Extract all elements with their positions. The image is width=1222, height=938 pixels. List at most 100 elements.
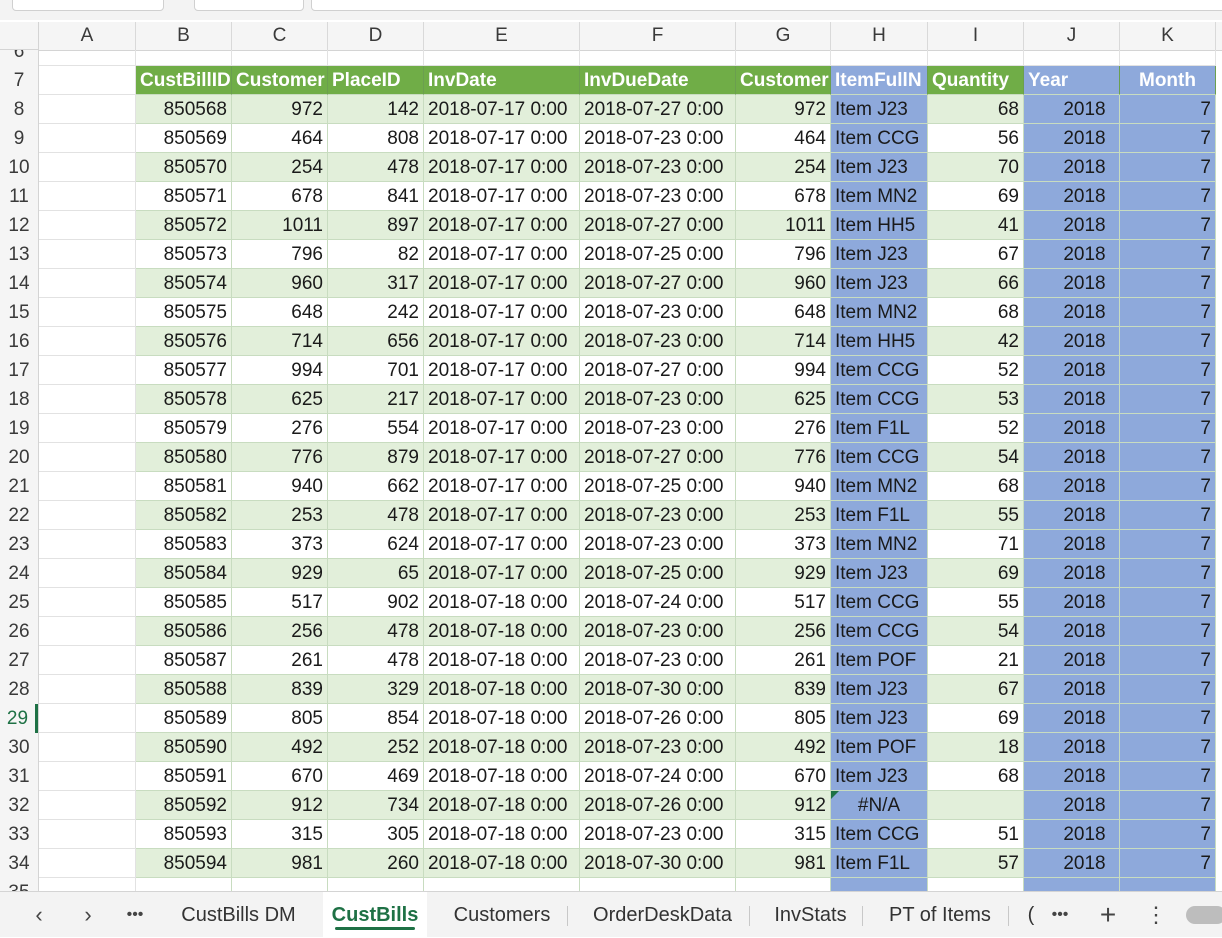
cell-h8[interactable]: Item J23 bbox=[831, 95, 928, 124]
cell-d15[interactable]: 242 bbox=[328, 298, 424, 327]
cell-d18[interactable]: 217 bbox=[328, 385, 424, 414]
cell-i25[interactable]: 55 bbox=[928, 588, 1024, 617]
cell-j21[interactable]: 2018 bbox=[1024, 472, 1120, 501]
cell-h14[interactable]: Item J23 bbox=[831, 269, 928, 298]
cell-e9[interactable]: 2018-07-17 0:00 bbox=[424, 124, 580, 153]
cell-e24[interactable]: 2018-07-17 0:00 bbox=[424, 559, 580, 588]
cell-c28[interactable]: 839 bbox=[232, 675, 328, 704]
sheet-tab-customers[interactable]: Customers bbox=[437, 892, 567, 938]
sheet-tab-custbills[interactable]: CustBills bbox=[323, 892, 427, 938]
row-header-8[interactable]: 8 bbox=[0, 95, 38, 124]
cell-e32[interactable]: 2018-07-18 0:00 bbox=[424, 791, 580, 820]
cell-g15[interactable]: 648 bbox=[736, 298, 831, 327]
cell-b31[interactable]: 850591 bbox=[136, 762, 232, 791]
cell-i22[interactable]: 55 bbox=[928, 501, 1024, 530]
row-header-30[interactable]: 30 bbox=[0, 733, 38, 762]
cell-h26[interactable]: Item CCG bbox=[831, 617, 928, 646]
cell-c9[interactable]: 464 bbox=[232, 124, 328, 153]
cell-g28[interactable]: 839 bbox=[736, 675, 831, 704]
header-cell-i[interactable]: Quantity bbox=[928, 66, 1024, 95]
row-header-21[interactable]: 21 bbox=[0, 472, 38, 501]
cell-j8[interactable]: 2018 bbox=[1024, 95, 1120, 124]
cell-b10[interactable]: 850570 bbox=[136, 153, 232, 182]
cell-e20[interactable]: 2018-07-17 0:00 bbox=[424, 443, 580, 472]
cell-j20[interactable]: 2018 bbox=[1024, 443, 1120, 472]
column-header-i[interactable]: I bbox=[928, 22, 1024, 50]
cell-i21[interactable]: 68 bbox=[928, 472, 1024, 501]
horizontal-scrollbar-thumb[interactable] bbox=[1186, 906, 1222, 924]
cell-i9[interactable]: 56 bbox=[928, 124, 1024, 153]
cell-h13[interactable]: Item J23 bbox=[831, 240, 928, 269]
cell-f16[interactable]: 2018-07-23 0:00 bbox=[580, 327, 736, 356]
cell-e16[interactable]: 2018-07-17 0:00 bbox=[424, 327, 580, 356]
cell-e27[interactable]: 2018-07-18 0:00 bbox=[424, 646, 580, 675]
cell-k31[interactable]: 7 bbox=[1120, 762, 1216, 791]
cell-k35[interactable] bbox=[1120, 878, 1216, 891]
cell-a18[interactable] bbox=[39, 385, 136, 414]
cell-f34[interactable]: 2018-07-30 0:00 bbox=[580, 849, 736, 878]
cell-j18[interactable]: 2018 bbox=[1024, 385, 1120, 414]
cell-d31[interactable]: 469 bbox=[328, 762, 424, 791]
cell-a30[interactable] bbox=[39, 733, 136, 762]
cell-d12[interactable]: 897 bbox=[328, 211, 424, 240]
cell-d13[interactable]: 82 bbox=[328, 240, 424, 269]
cell-j19[interactable]: 2018 bbox=[1024, 414, 1120, 443]
cell-d27[interactable]: 478 bbox=[328, 646, 424, 675]
cell-e26[interactable]: 2018-07-18 0:00 bbox=[424, 617, 580, 646]
cell-k6[interactable] bbox=[1120, 50, 1216, 66]
cell-f6[interactable] bbox=[580, 50, 736, 66]
cell-b6[interactable] bbox=[136, 50, 232, 66]
cell-e12[interactable]: 2018-07-17 0:00 bbox=[424, 211, 580, 240]
cell-b24[interactable]: 850584 bbox=[136, 559, 232, 588]
cell-b18[interactable]: 850578 bbox=[136, 385, 232, 414]
cell-c34[interactable]: 981 bbox=[232, 849, 328, 878]
cell-e25[interactable]: 2018-07-18 0:00 bbox=[424, 588, 580, 617]
cell-f8[interactable]: 2018-07-27 0:00 bbox=[580, 95, 736, 124]
cell-k19[interactable]: 7 bbox=[1120, 414, 1216, 443]
cell-k23[interactable]: 7 bbox=[1120, 530, 1216, 559]
row-header-29[interactable]: 29 bbox=[0, 704, 38, 733]
cell-k9[interactable]: 7 bbox=[1120, 124, 1216, 153]
cell-j6[interactable] bbox=[1024, 50, 1120, 66]
cell-c10[interactable]: 254 bbox=[232, 153, 328, 182]
cell-a12[interactable] bbox=[39, 211, 136, 240]
row-header-27[interactable]: 27 bbox=[0, 646, 38, 675]
cell-f12[interactable]: 2018-07-27 0:00 bbox=[580, 211, 736, 240]
cell-e31[interactable]: 2018-07-18 0:00 bbox=[424, 762, 580, 791]
cell-i13[interactable]: 67 bbox=[928, 240, 1024, 269]
cell-i16[interactable]: 42 bbox=[928, 327, 1024, 356]
row-header-35[interactable]: 35 bbox=[0, 878, 38, 891]
cell-k16[interactable]: 7 bbox=[1120, 327, 1216, 356]
cell-j17[interactable]: 2018 bbox=[1024, 356, 1120, 385]
cell-i28[interactable]: 67 bbox=[928, 675, 1024, 704]
cell-b26[interactable]: 850586 bbox=[136, 617, 232, 646]
cell-k30[interactable]: 7 bbox=[1120, 733, 1216, 762]
cell-g17[interactable]: 994 bbox=[736, 356, 831, 385]
cell-i32[interactable] bbox=[928, 791, 1024, 820]
cell-g31[interactable]: 670 bbox=[736, 762, 831, 791]
cell-e11[interactable]: 2018-07-17 0:00 bbox=[424, 182, 580, 211]
cell-d24[interactable]: 65 bbox=[328, 559, 424, 588]
cell-c30[interactable]: 492 bbox=[232, 733, 328, 762]
cell-g25[interactable]: 517 bbox=[736, 588, 831, 617]
cell-b9[interactable]: 850569 bbox=[136, 124, 232, 153]
row-header-26[interactable]: 26 bbox=[0, 617, 38, 646]
cell-g34[interactable]: 981 bbox=[736, 849, 831, 878]
cell-d34[interactable]: 260 bbox=[328, 849, 424, 878]
cell-b21[interactable]: 850581 bbox=[136, 472, 232, 501]
cell-g16[interactable]: 714 bbox=[736, 327, 831, 356]
cell-g32[interactable]: 912 bbox=[736, 791, 831, 820]
cell-f21[interactable]: 2018-07-25 0:00 bbox=[580, 472, 736, 501]
cell-i12[interactable]: 41 bbox=[928, 211, 1024, 240]
cell-e8[interactable]: 2018-07-17 0:00 bbox=[424, 95, 580, 124]
row-header-22[interactable]: 22 bbox=[0, 501, 38, 530]
column-header-g[interactable]: G bbox=[736, 22, 831, 50]
cell-a19[interactable] bbox=[39, 414, 136, 443]
cell-a13[interactable] bbox=[39, 240, 136, 269]
cell-a9[interactable] bbox=[39, 124, 136, 153]
cell-g18[interactable]: 625 bbox=[736, 385, 831, 414]
cell-c35[interactable] bbox=[232, 878, 328, 891]
cell-b32[interactable]: 850592 bbox=[136, 791, 232, 820]
cell-d9[interactable]: 808 bbox=[328, 124, 424, 153]
name-box[interactable] bbox=[12, 0, 164, 11]
